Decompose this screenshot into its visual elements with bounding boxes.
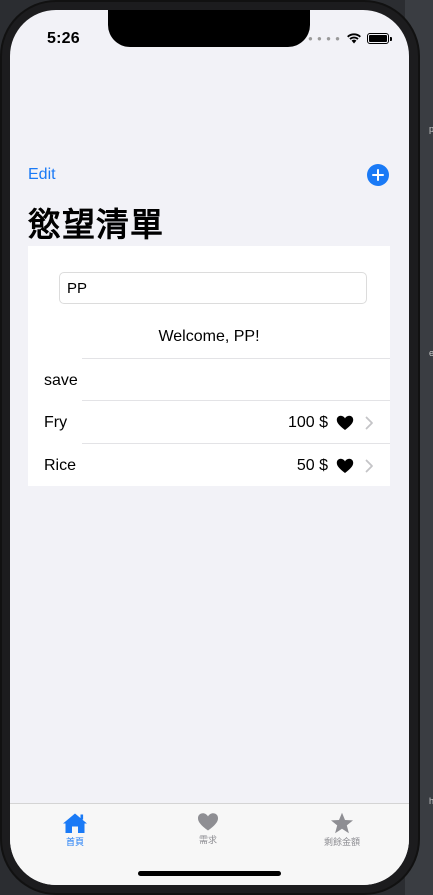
signal-icon: ● ● ● ● [308,33,341,43]
background-glyph: p [429,124,433,134]
background-glyph: e [429,348,433,358]
item-name: Fry [44,414,68,431]
tab-home[interactable]: 首頁 [30,812,120,848]
row-separator [82,443,390,444]
item-price: 50 $ [296,457,328,474]
wishlist-form: Welcome, PP! save Fry 100 $ Rice 50 $ [28,246,390,486]
plus-icon [372,169,384,181]
add-item-button[interactable] [367,164,389,186]
save-button[interactable]: save [44,372,78,390]
row-separator [82,400,390,401]
battery-icon [367,32,392,44]
welcome-text: Welcome, PP! [158,328,260,345]
app-screen: 5:26 ● ● ● ● Edit 慾望清單 Welcome, PP! save [10,10,409,885]
page-title: 慾望清單 [28,205,164,244]
tab-needs[interactable]: 需求 [163,812,253,846]
tab-label: 需求 [198,836,217,846]
name-input[interactable] [59,272,367,304]
status-icons: ● ● ● ● [308,32,392,44]
item-price: 100 $ [287,414,328,431]
notch [108,10,310,47]
item-name: Rice [44,457,77,474]
background-glyph: h [429,796,433,806]
tab-label: 剩餘金額 [323,838,360,848]
house-icon [63,813,87,833]
heart-icon [336,458,354,473]
row-separator [82,358,390,359]
chevron-right-icon [365,459,373,473]
tab-remaining-balance[interactable]: 剩餘金額 [297,812,387,848]
heart-icon [197,813,219,831]
chevron-right-icon [365,416,373,430]
star-icon [331,812,353,834]
status-time: 5:26 [47,30,80,47]
edit-button[interactable]: Edit [28,166,56,184]
home-indicator[interactable] [138,871,281,876]
wifi-icon [347,33,361,44]
heart-icon [336,415,354,430]
device-frame: 5:26 ● ● ● ● Edit 慾望清單 Welcome, PP! save [0,0,420,895]
tab-label: 首頁 [65,838,84,848]
